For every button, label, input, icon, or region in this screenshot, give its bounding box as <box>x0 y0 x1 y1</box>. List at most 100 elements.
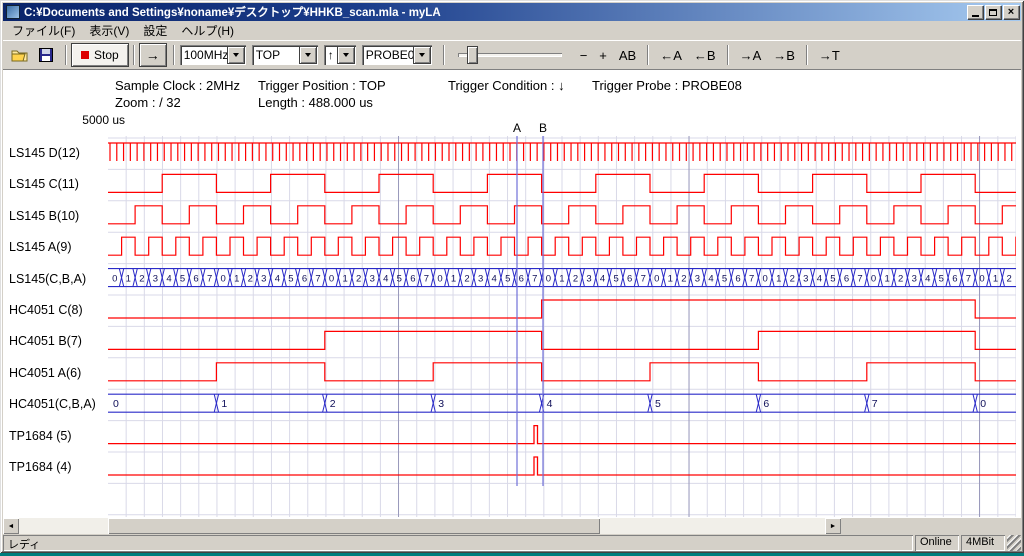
svg-text:6: 6 <box>952 274 957 285</box>
resize-grip[interactable] <box>1007 535 1021 551</box>
svg-text:2: 2 <box>790 274 795 285</box>
channel-label: HC4051 C(8) <box>9 295 83 326</box>
svg-text:0: 0 <box>979 274 984 285</box>
marker-b-label[interactable]: B <box>537 121 549 135</box>
dropdown-button[interactable] <box>338 47 354 63</box>
status-bar: レディ Online 4MBit <box>3 534 1021 551</box>
probe-value: PROBE00 <box>362 48 414 62</box>
waveform-view: Sample Clock : 2MHz Trigger Position : T… <box>3 69 1021 535</box>
scroll-left-button[interactable]: ◄ <box>3 518 19 534</box>
trigger-position-select[interactable]: TOP <box>252 45 318 65</box>
svg-text:0: 0 <box>654 274 659 285</box>
svg-text:1: 1 <box>126 274 131 285</box>
scrollbar-thumb[interactable] <box>108 518 600 534</box>
toolbar-separator <box>647 45 649 65</box>
marker-a-label[interactable]: A <box>511 121 523 135</box>
svg-text:2: 2 <box>681 274 686 285</box>
toolbar: Stop → 100MHz TOP ↑ PROBE00 −+AB ←A←B →A→B… <box>3 40 1021 69</box>
nav-button-2-1[interactable]: →B <box>767 46 801 65</box>
dropdown-button[interactable] <box>414 47 430 63</box>
maximize-button[interactable] <box>985 5 1001 19</box>
toolbar-separator <box>65 45 67 65</box>
nav-button-1-1[interactable]: ←B <box>688 46 722 65</box>
svg-text:0: 0 <box>437 274 442 285</box>
horizontal-scrollbar[interactable]: ◄ ► <box>3 518 841 534</box>
run-button[interactable]: → <box>140 44 166 66</box>
chevron-down-icon <box>419 53 425 57</box>
svg-text:3: 3 <box>370 274 375 285</box>
chevron-down-icon <box>305 53 311 57</box>
nav-button-0-0[interactable]: − <box>574 46 594 65</box>
svg-text:5: 5 <box>288 274 293 285</box>
maximize-icon <box>989 9 997 16</box>
svg-text:2: 2 <box>248 274 253 285</box>
svg-text:1: 1 <box>221 398 227 410</box>
time-scale-label: 5000 us <box>75 113 125 127</box>
channel-label: HC4051(C,B,A) <box>9 389 96 420</box>
nav-button-3-0[interactable]: →T <box>813 46 846 65</box>
svg-text:3: 3 <box>438 398 444 410</box>
svg-text:5: 5 <box>613 274 618 285</box>
stop-button[interactable]: Stop <box>72 44 128 66</box>
nav-button-0-1[interactable]: + <box>593 46 613 65</box>
svg-text:7: 7 <box>532 274 537 285</box>
waveform-plot[interactable]: 0123456701234567012345670123456701234567… <box>108 136 1016 517</box>
svg-text:7: 7 <box>641 274 646 285</box>
svg-text:0: 0 <box>329 274 334 285</box>
minimize-button[interactable] <box>967 5 983 19</box>
svg-text:4: 4 <box>600 274 605 285</box>
title-bar: C:¥Documents and Settings¥noname¥デスクトップ¥… <box>3 3 1021 21</box>
chevron-down-icon <box>343 53 349 57</box>
menu-item-3[interactable]: ヘルプ(H) <box>174 20 241 41</box>
trigger-edge-value: ↑ <box>324 48 338 62</box>
zoom-info: Zoom : / 32 <box>115 95 181 110</box>
channel-label: LS145 C(11) <box>9 169 79 200</box>
channel-label: LS145 B(10) <box>9 201 79 232</box>
svg-text:6: 6 <box>302 274 307 285</box>
svg-text:5: 5 <box>505 274 510 285</box>
save-button[interactable] <box>34 44 58 66</box>
close-button[interactable]: × <box>1003 5 1019 19</box>
svg-text:6: 6 <box>763 398 769 410</box>
nav-button-1-0[interactable]: ←A <box>654 46 688 65</box>
open-button[interactable] <box>8 44 32 66</box>
channel-label: LS145 D(12) <box>9 138 80 169</box>
svg-text:4: 4 <box>817 274 822 285</box>
nav-button-0-2[interactable]: AB <box>613 46 642 65</box>
menu-bar: ファイル(F)表示(V)設定ヘルプ(H) <box>3 21 1021 40</box>
svg-text:7: 7 <box>424 274 429 285</box>
menu-item-2[interactable]: 設定 <box>136 20 174 41</box>
svg-text:7: 7 <box>966 274 971 285</box>
svg-text:2: 2 <box>573 274 578 285</box>
scroll-right-button[interactable]: ► <box>825 518 841 534</box>
dropdown-button[interactable] <box>300 47 316 63</box>
zoom-slider-thumb[interactable] <box>468 47 477 63</box>
menu-item-0[interactable]: ファイル(F) <box>5 20 82 41</box>
probe-select[interactable]: PROBE00 <box>362 45 432 65</box>
channel-label: HC4051 A(6) <box>9 358 81 389</box>
nav-button-2-0[interactable]: →A <box>734 46 768 65</box>
svg-text:0: 0 <box>763 274 768 285</box>
svg-text:4: 4 <box>166 274 171 285</box>
status-memory: 4MBit <box>961 535 1005 551</box>
sample-clock-value: 100MHz <box>180 48 228 62</box>
svg-text:2: 2 <box>330 398 336 410</box>
nav-button-group: −+AB ←A←B →A→B →T <box>574 45 846 65</box>
svg-text:1: 1 <box>884 274 889 285</box>
svg-text:0: 0 <box>546 274 551 285</box>
dropdown-button[interactable] <box>228 47 244 63</box>
svg-text:1: 1 <box>559 274 564 285</box>
stop-icon <box>81 51 89 59</box>
zoom-slider[interactable] <box>454 44 566 66</box>
svg-text:4: 4 <box>708 274 713 285</box>
menu-item-1[interactable]: 表示(V) <box>82 20 136 41</box>
window-title: C:¥Documents and Settings¥noname¥デスクトップ¥… <box>24 4 965 20</box>
svg-text:1: 1 <box>234 274 239 285</box>
svg-text:4: 4 <box>925 274 930 285</box>
svg-text:7: 7 <box>872 398 878 410</box>
trigger-edge-select[interactable]: ↑ <box>324 45 356 65</box>
sample-clock-select[interactable]: 100MHz <box>180 45 246 65</box>
svg-text:0: 0 <box>112 274 117 285</box>
app-icon <box>6 5 20 19</box>
svg-text:2: 2 <box>356 274 361 285</box>
